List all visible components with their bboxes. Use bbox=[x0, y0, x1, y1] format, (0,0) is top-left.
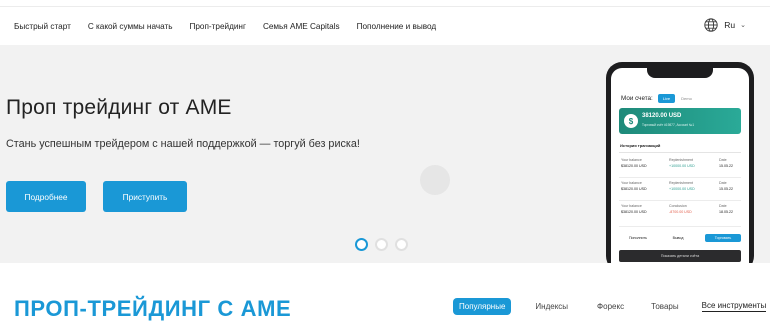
top-navigation: Быстрый старт С какой суммы начать Проп-… bbox=[0, 7, 770, 45]
slider-dot-2[interactable] bbox=[375, 238, 388, 251]
globe-icon bbox=[704, 18, 718, 32]
accounts-label: Мои счета: bbox=[621, 95, 653, 102]
tab-commodities[interactable]: Товары bbox=[651, 302, 679, 311]
nav-link-prop-trading[interactable]: Проп-трейдинг bbox=[189, 22, 245, 31]
phone-mockup: Мои счета: Live Demo $ 38120.00 USD Торг… bbox=[606, 62, 754, 263]
phone-notch bbox=[647, 68, 713, 78]
transaction-row: Your balance $38120.00 USD Replenishment… bbox=[621, 181, 741, 199]
tx-label: Replenishment bbox=[669, 158, 693, 162]
divider bbox=[619, 200, 741, 201]
phone-withdraw-button: Вывод bbox=[672, 236, 684, 240]
history-title: История транзакций bbox=[620, 143, 661, 148]
hero-subtitle: Стань успешным трейдером с нашей поддерж… bbox=[6, 138, 360, 150]
nav-link-family[interactable]: Семья AME Capitals bbox=[263, 22, 340, 31]
tx-label: Replenishment bbox=[669, 181, 693, 185]
account-tab-demo: Demo bbox=[681, 96, 692, 101]
divider bbox=[619, 152, 741, 153]
start-button[interactable]: Приступить bbox=[103, 181, 187, 212]
tx-label: Date bbox=[719, 158, 727, 162]
slider-dot-1[interactable] bbox=[355, 238, 368, 251]
tx-label: Your balance bbox=[621, 158, 642, 162]
nav-link-quick-start[interactable]: Быстрый старт bbox=[14, 22, 71, 31]
transaction-row: Your balance $38120.00 USD Conclusion -8… bbox=[621, 204, 741, 222]
top-border bbox=[0, 0, 770, 7]
tab-forex[interactable]: Форекс bbox=[597, 302, 624, 311]
tx-value: 15.05.22 bbox=[719, 187, 733, 191]
tx-label: Date bbox=[719, 181, 727, 185]
language-selector[interactable]: Ru ⌄ bbox=[704, 18, 746, 32]
nav-link-min-amount[interactable]: С какой суммы начать bbox=[88, 22, 173, 31]
tx-value: 18.05.22 bbox=[719, 210, 733, 214]
divider bbox=[619, 226, 741, 227]
account-tab-live: Live bbox=[657, 94, 676, 103]
instrument-tabs: Популярные Индексы Форекс Товары Все инс… bbox=[453, 298, 767, 315]
all-instruments-link[interactable]: Все инструменты bbox=[701, 301, 767, 312]
accounts-row: Мои счета: Live Demo bbox=[621, 94, 692, 103]
tab-indices[interactable]: Индексы bbox=[535, 302, 568, 311]
tx-label: Conclusion bbox=[669, 204, 687, 208]
hero-banner: Проп трейдинг от AME Стань успешным трей… bbox=[0, 45, 770, 263]
phone-screen: Мои счета: Live Demo $ 38120.00 USD Торг… bbox=[611, 68, 749, 263]
balance-subtitle: Торговый счёт #19877, Account №1 bbox=[642, 123, 695, 127]
nav-links: Быстрый старт С какой суммы начать Проп-… bbox=[14, 7, 453, 45]
phone-details-bar: Показать детали счёта bbox=[619, 250, 741, 262]
tx-value: 15.05.22 bbox=[719, 164, 733, 168]
tx-value: -8700.00 USD bbox=[669, 210, 692, 214]
chevron-down-icon: ⌄ bbox=[740, 22, 746, 29]
section-title: ПРОП-ТРЕЙДИНГ С AME bbox=[14, 296, 292, 321]
slider-dots bbox=[355, 238, 415, 251]
transaction-row: Your balance $38120.00 USD Replenishment… bbox=[621, 158, 741, 176]
tx-value: $38120.00 USD bbox=[621, 210, 647, 214]
tx-label: Your balance bbox=[621, 181, 642, 185]
slider-dot-3[interactable] bbox=[395, 238, 408, 251]
tab-popular[interactable]: Популярные bbox=[453, 298, 512, 315]
nav-link-deposit-withdraw[interactable]: Пополнение и вывод bbox=[357, 22, 437, 31]
tx-label: Date bbox=[719, 204, 727, 208]
phone-trade-button: Торговать bbox=[705, 234, 741, 242]
more-button[interactable]: Подробнее bbox=[6, 181, 86, 212]
phone-topup-button: Пополнить bbox=[628, 236, 648, 240]
tx-value: +10000.00 USD bbox=[669, 187, 695, 191]
tx-value: $38120.00 USD bbox=[621, 187, 647, 191]
tx-value: +10000.00 USD bbox=[669, 164, 695, 168]
tx-label: Your balance bbox=[621, 204, 642, 208]
background-decoration bbox=[420, 165, 450, 195]
dollar-icon: $ bbox=[624, 114, 638, 128]
tx-value: $38120.00 USD bbox=[621, 164, 647, 168]
hero-title: Проп трейдинг от AME bbox=[6, 96, 232, 119]
language-label: Ru bbox=[724, 20, 736, 30]
balance-card: $ 38120.00 USD Торговый счёт #19877, Acc… bbox=[619, 108, 741, 134]
divider bbox=[619, 177, 741, 178]
balance-value: 38120.00 USD bbox=[642, 113, 682, 119]
